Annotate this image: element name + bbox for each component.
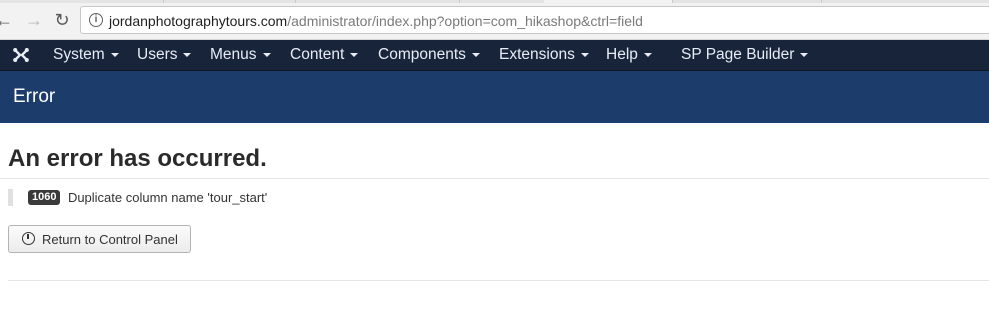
menu-label: Extensions <box>499 46 575 63</box>
caret-down-icon <box>183 52 192 57</box>
menu-label: SP Page Builder <box>681 46 795 63</box>
caret-down-icon <box>471 52 480 57</box>
caret-down-icon <box>643 52 652 57</box>
return-to-control-panel-button[interactable]: Return to Control Panel <box>8 225 191 253</box>
error-blockquote: 1060 Duplicate column name 'tour_start' <box>8 189 267 206</box>
menu-label: Users <box>137 46 178 63</box>
caret-down-icon <box>262 52 271 57</box>
tab-strip <box>0 0 989 3</box>
error-code-badge: 1060 <box>28 190 61 206</box>
menu-system[interactable]: System <box>53 40 119 70</box>
menu-content[interactable]: Content <box>290 40 359 70</box>
dashboard-icon <box>22 232 35 245</box>
reload-icon[interactable]: ↻ <box>52 10 72 30</box>
menu-label: Content <box>290 46 345 63</box>
url-text: jordanphotographytours.com/administrator… <box>109 13 643 29</box>
caret-down-icon <box>110 52 119 57</box>
error-heading: An error has occurred. <box>8 145 267 172</box>
menu-extensions[interactable]: Extensions <box>499 40 589 70</box>
url-path: /administrator/index.php?option=com_hika… <box>287 13 643 29</box>
menu-sp-page-builder[interactable]: SP Page Builder <box>681 40 809 70</box>
caret-down-icon <box>800 52 809 57</box>
address-bar[interactable]: i jordanphotographytours.com/administrat… <box>80 6 989 34</box>
menu-label: Components <box>378 46 466 63</box>
caret-down-icon <box>580 52 589 57</box>
menu-components[interactable]: Components <box>378 40 480 70</box>
menu-label: Menus <box>210 46 257 63</box>
browser-toolbar: ← → ↻ i jordanphotographytours.com/admin… <box>0 0 989 40</box>
return-button-label: Return to Control Panel <box>42 232 178 247</box>
divider <box>0 178 989 179</box>
joomla-logo-icon[interactable] <box>12 46 30 64</box>
divider <box>8 280 989 281</box>
menu-label: Help <box>606 46 638 63</box>
menu-menus[interactable]: Menus <box>210 40 271 70</box>
back-arrow-icon[interactable]: ← <box>0 10 14 30</box>
menu-help[interactable]: Help <box>606 40 652 70</box>
error-message: Duplicate column name 'tour_start' <box>67 190 268 206</box>
menu-label: System <box>53 46 105 63</box>
info-icon[interactable]: i <box>89 13 103 27</box>
page-title: Error <box>13 86 56 107</box>
page-header: Error <box>0 71 989 123</box>
menu-users[interactable]: Users <box>137 40 192 70</box>
forward-arrow-icon[interactable]: → <box>24 10 44 30</box>
url-domain: jordanphotographytours.com <box>109 13 288 29</box>
caret-down-icon <box>350 52 359 57</box>
admin-menu-bar: System Users Menus Content Components Ex… <box>0 40 989 71</box>
